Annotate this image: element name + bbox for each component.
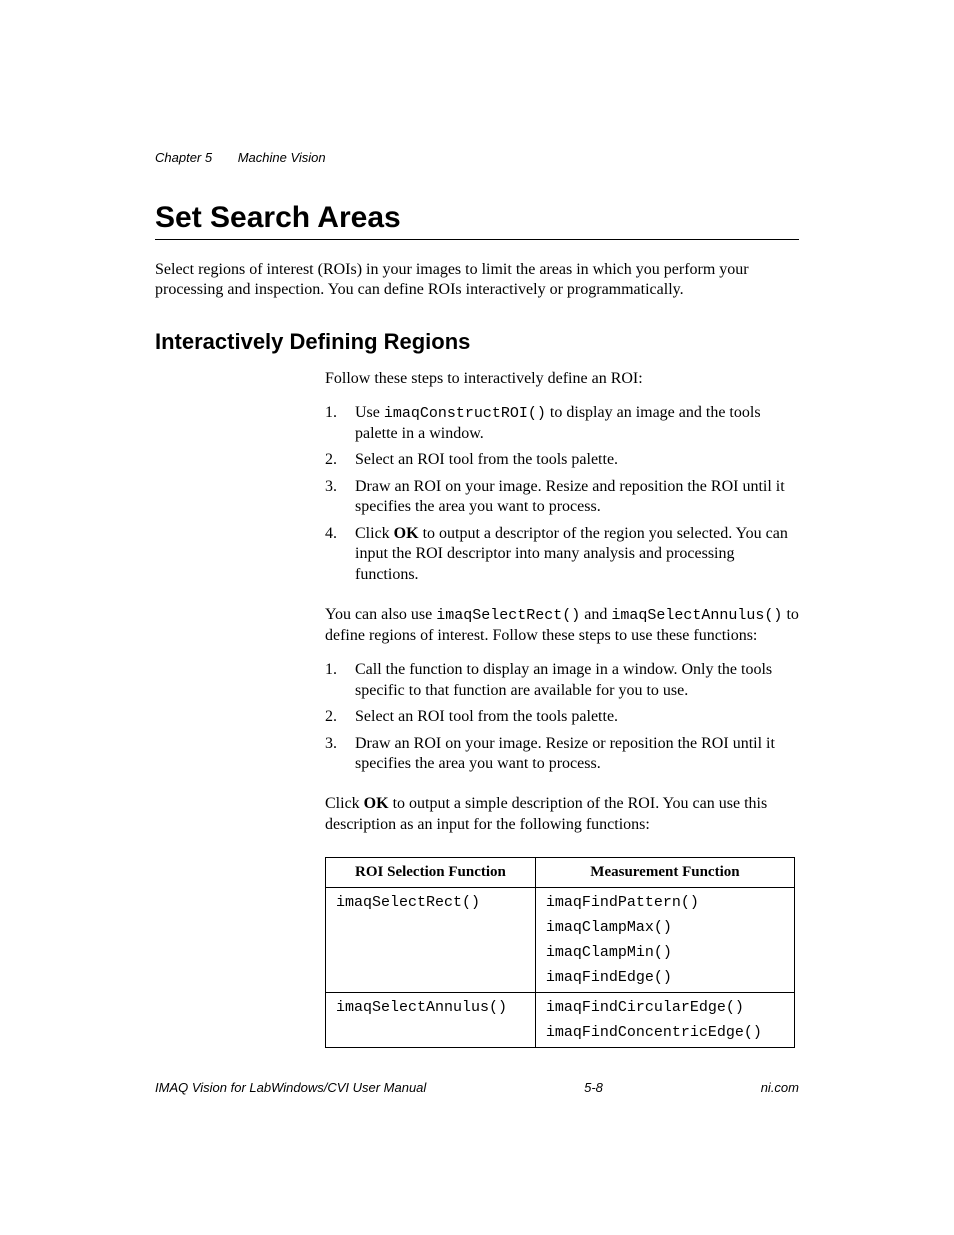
function-table: ROI Selection Function Measurement Funct…: [325, 857, 795, 1048]
footer-page-number: 5-8: [584, 1080, 603, 1095]
bold-text: OK: [394, 525, 419, 542]
chapter-title: Machine Vision: [238, 150, 326, 165]
table-row: imaqSelectAnnulus() imaqFindCircularEdge…: [326, 993, 795, 1048]
page-footer: IMAQ Vision for LabWindows/CVI User Manu…: [155, 1080, 799, 1095]
intro-paragraph: Select regions of interest (ROIs) in you…: [155, 260, 799, 301]
running-header: Chapter 5 Machine Vision: [155, 150, 799, 165]
subsection-heading: Interactively Defining Regions: [155, 329, 799, 355]
bold-text: OK: [364, 795, 389, 812]
steps-list-2: 1. Call the function to display an image…: [325, 660, 799, 774]
lead-text: Follow these steps to interactively defi…: [325, 369, 799, 389]
paragraph: You can also use imaqSelectRect() and im…: [325, 605, 799, 646]
footer-left: IMAQ Vision for LabWindows/CVI User Manu…: [155, 1080, 426, 1095]
code-inline: imaqSelectAnnulus(): [611, 607, 782, 624]
table-header-row: ROI Selection Function Measurement Funct…: [326, 858, 795, 888]
code-inline: imaqConstructROI(): [384, 405, 546, 422]
list-item: 3. Draw an ROI on your image. Resize or …: [325, 734, 799, 775]
table-cell: imaqFindCircularEdge() imaqFindConcentri…: [535, 993, 794, 1048]
table-row: imaqSelectRect() imaqFindPattern() imaqC…: [326, 888, 795, 993]
table-cell: imaqSelectAnnulus(): [326, 993, 536, 1048]
section-heading: Set Search Areas: [155, 201, 799, 240]
steps-list-1: 1. Use imaqConstructROI() to display an …: [325, 403, 799, 585]
list-item: 3. Draw an ROI on your image. Resize and…: [325, 477, 799, 518]
list-item: 2. Select an ROI tool from the tools pal…: [325, 707, 799, 727]
list-item: 4. Click OK to output a descriptor of th…: [325, 524, 799, 585]
table-header: Measurement Function: [535, 858, 794, 888]
table-header: ROI Selection Function: [326, 858, 536, 888]
list-item: 2. Select an ROI tool from the tools pal…: [325, 450, 799, 470]
list-item: 1. Call the function to display an image…: [325, 660, 799, 701]
code-inline: imaqSelectRect(): [436, 607, 580, 624]
chapter-label: Chapter 5: [155, 150, 212, 165]
paragraph: Click OK to output a simple description …: [325, 794, 799, 835]
table-cell: imaqSelectRect(): [326, 888, 536, 993]
footer-right: ni.com: [761, 1080, 799, 1095]
table-cell: imaqFindPattern() imaqClampMax() imaqCla…: [535, 888, 794, 993]
page: Chapter 5 Machine Vision Set Search Area…: [0, 0, 954, 1235]
list-item: 1. Use imaqConstructROI() to display an …: [325, 403, 799, 444]
